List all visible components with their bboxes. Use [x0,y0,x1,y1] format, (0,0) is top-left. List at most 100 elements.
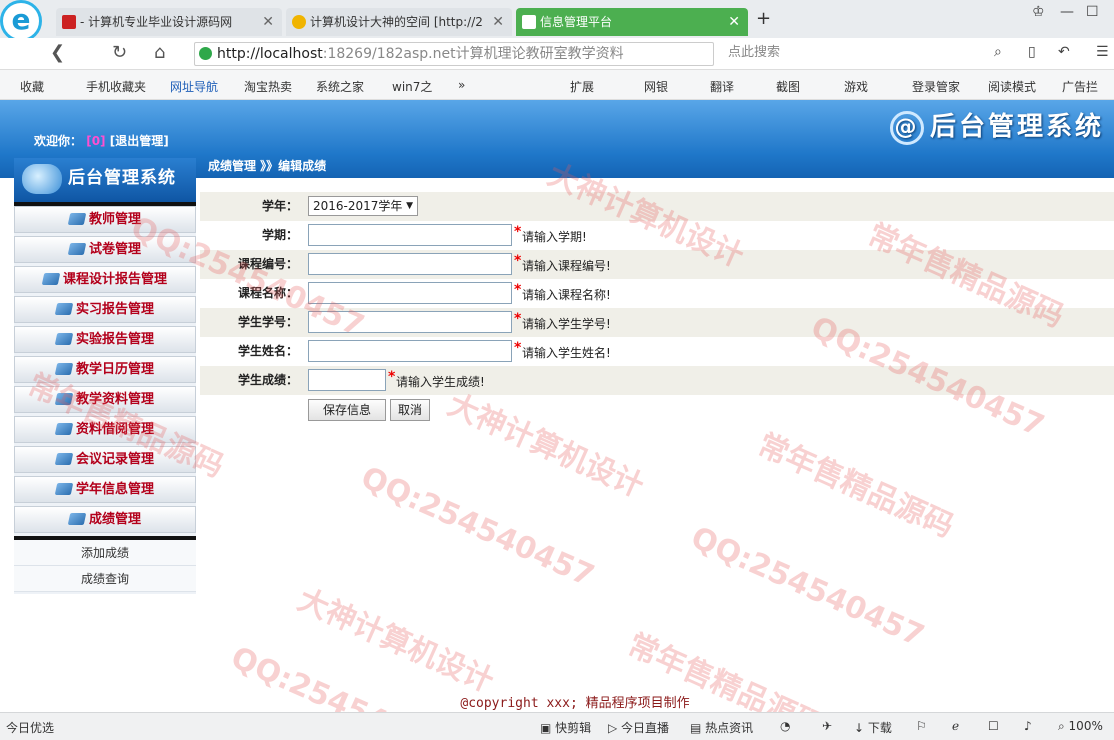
tab-favicon-icon [292,15,306,29]
bookmark-item[interactable]: 淘宝热卖 [244,78,292,95]
cancel-button[interactable]: 取消 [390,399,430,421]
score-input[interactable] [308,369,386,391]
watermark: 大神计算机设计 [292,582,499,700]
bookmark-item[interactable]: 翻译 [710,78,734,95]
status-item-label: 快剪辑 [555,721,592,735]
year-select[interactable]: 2016-2017学年 ▼ [308,196,418,216]
bookmark-item[interactable]: win7之 [392,78,432,95]
new-tab-button[interactable]: + [756,8,771,29]
bookmark-item[interactable]: 阅读模式 [988,78,1036,95]
course-name-input[interactable] [308,282,512,304]
window-icon[interactable]: ☐ [988,719,999,733]
tab-close-icon[interactable]: ✕ [492,8,504,36]
semester-input[interactable] [308,224,512,246]
clip-icon: ▣ [540,721,556,735]
speed-icon[interactable]: ◔ [780,719,790,733]
status-today-picks[interactable]: 今日优选 [6,719,54,736]
watermark: QQ:254540457 [685,520,930,655]
browser-tab-active[interactable]: 信息管理平台 ✕ [516,8,748,36]
bookmark-more[interactable]: » [458,78,465,92]
phone-icon[interactable]: ▯ [1028,44,1036,60]
minimize-icon[interactable]: — [1060,4,1074,20]
tab-close-icon[interactable]: ✕ [262,8,274,36]
sidebar-item-academic-year[interactable]: 学年信息管理 [14,476,196,503]
search-input[interactable]: 点此搜索 [720,42,1020,66]
logout-link[interactable]: [退出管理] [110,134,169,148]
welcome-text: 欢迎你： [0] [退出管理] [34,132,169,149]
sidebar-item-materials[interactable]: 教学资料管理 [14,386,196,413]
brand-at-icon: @ [889,110,924,145]
year-select-value: 2016-2017学年 [313,199,403,213]
play-icon: ▷ [608,721,622,735]
browser-tab-1[interactable]: - 计算机专业毕业设计源码网 ✕ [56,8,282,36]
brand-text: 后台管理系统 [929,112,1104,142]
tab-close-icon[interactable]: ✕ [728,8,740,36]
page-content: 欢迎你： [0] [退出管理] @ 后台管理系统 成绩管理 》》编辑成绩 后台管理… [0,100,1114,712]
sidebar-item-meetings[interactable]: 会议记录管理 [14,446,196,473]
save-button[interactable]: 保存信息 [308,399,386,421]
ie-icon[interactable]: ℯ [952,719,959,733]
status-download[interactable]: ↓ 下载 [854,719,892,736]
submenu-add-score[interactable]: 添加成绩 [14,540,196,566]
undo-icon[interactable]: ↶ [1058,44,1070,60]
dropdown-arrow-icon: ▼ [406,201,413,211]
volume-icon[interactable]: ♪ [1024,719,1032,733]
url-path: :18269/182asp.net计算机理论教研室教学资料 [322,46,624,62]
maximize-icon[interactable]: ☐ [1086,4,1099,20]
watermark: QQ:254540457 [355,460,600,595]
zoom-level[interactable]: ⌕ 100% [1058,719,1103,734]
bookmark-item[interactable]: 广告拦 [1062,78,1098,95]
sidebar-item-experiment[interactable]: 实验报告管理 [14,326,196,353]
bookmark-item[interactable]: 游戏 [844,78,868,95]
url-input[interactable]: http://localhost:18269/182asp.net计算机理论教研… [194,42,714,66]
menu-icon[interactable]: ☰ [1096,44,1109,60]
user-name: [0] [86,134,106,148]
bookmarks-bar: 收藏 手机收藏夹 网址导航 淘宝热卖 系统之家 win7之 » 扩展 网银 翻译… [0,70,1114,100]
bookmark-item[interactable]: 网银 [644,78,668,95]
bookmark-item[interactable]: 系统之家 [316,78,364,95]
menu-icon [67,213,87,225]
bird-icon[interactable]: ✈ [822,719,832,733]
refresh-icon[interactable]: ↻ [112,42,127,63]
sidebar-item-label: 教学日历管理 [75,362,154,377]
status-quick-clip[interactable]: ▣ 快剪辑 [540,719,591,736]
bookmark-item[interactable]: 扩展 [570,78,594,95]
sidebar-item-scores[interactable]: 成绩管理 [14,506,196,533]
year-label: 学年： [261,199,298,213]
download-icon: ↓ [854,721,868,735]
browser-tab-2[interactable]: 计算机设计大神的空间 [http://2 ✕ [286,8,512,36]
status-news[interactable]: ▤ 热点资讯 [690,719,753,736]
search-icon[interactable]: ⌕ [994,44,1002,60]
course-name-label: 课程名称： [237,286,298,300]
bookmark-item[interactable]: 收藏 [20,78,44,95]
sidebar-item-exams[interactable]: 试卷管理 [14,236,196,263]
course-name-hint: 请输入课程名称! [522,288,611,302]
bookmark-item[interactable]: 登录管家 [912,78,960,95]
sidebar-item-course-design[interactable]: 课程设计报告管理 [14,266,196,293]
zoom-value: 100% [1068,719,1103,733]
home-icon[interactable]: ⌂ [154,42,165,63]
breadcrumb: 成绩管理 》》编辑成绩 [208,159,327,173]
skin-icon[interactable]: ♔ [1032,4,1045,20]
student-id-input[interactable] [308,311,512,333]
sidebar-item-borrowing[interactable]: 资料借阅管理 [14,416,196,443]
required-mark: * [514,282,522,298]
form-row-buttons: 保存信息 取消 [200,395,1114,424]
sidebar-item-calendar[interactable]: 教学日历管理 [14,356,196,383]
status-live[interactable]: ▷ 今日直播 [608,719,669,736]
bookmark-item[interactable]: 手机收藏夹 [86,78,146,95]
status-item-label: 热点资讯 [705,721,754,735]
submenu-score-query[interactable]: 成绩查询 [14,566,196,592]
course-id-input[interactable] [308,253,512,275]
required-mark: * [514,224,522,240]
back-arrow-icon[interactable]: ❮ [50,42,65,63]
bookmark-item[interactable]: 截图 [776,78,800,95]
sidebar-item-teachers[interactable]: 教师管理 [14,206,196,233]
flag-icon[interactable]: ⚐ [916,719,927,733]
form-row-student-name: 学生姓名： * 请输入学生姓名! [200,337,1114,366]
bookmark-item[interactable]: 网址导航 [170,78,218,95]
sidebar-item-label: 试卷管理 [88,242,141,257]
student-name-input[interactable] [308,340,512,362]
sidebar-logo: 后台管理系统 [14,158,196,202]
sidebar-item-internship[interactable]: 实习报告管理 [14,296,196,323]
